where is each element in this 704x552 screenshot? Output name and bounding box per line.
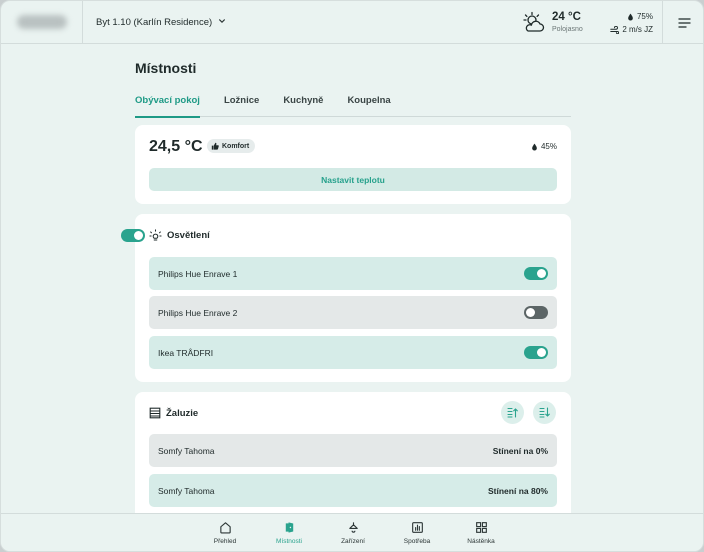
nav-label: Přehled	[213, 538, 237, 545]
tab-kitchen[interactable]: Kuchyně	[283, 95, 323, 117]
room-humidity-value: 45%	[540, 142, 557, 151]
nav-rooms[interactable]: Místnosti	[259, 519, 319, 545]
nav-devices[interactable]: Zařízení	[323, 519, 383, 545]
tab-living-room[interactable]: Obývací pokoj	[135, 95, 200, 118]
nav-label: Spotřeba	[403, 538, 431, 545]
lamp-icon	[323, 519, 383, 535]
property-selector[interactable]: Byt 1.10 (Karlín Residence)	[83, 17, 226, 28]
blinds-down-button[interactable]	[533, 401, 556, 424]
light-toggle[interactable]	[524, 267, 548, 280]
light-row[interactable]: Philips Hue Enrave 2	[149, 296, 557, 329]
blind-row[interactable]: Somfy Tahoma Stínení na 0%	[149, 434, 557, 467]
tab-bedroom[interactable]: Ložnice	[224, 95, 259, 117]
lighting-header: Osvětlení	[149, 229, 210, 242]
toggle-knob	[537, 269, 546, 278]
nav-label: Místnosti	[275, 538, 302, 545]
menu-button[interactable]	[662, 1, 703, 44]
app-window: Byt 1.10 (Karlín Residence) 24 °C Poloja…	[0, 0, 704, 552]
blinds-icon	[149, 407, 161, 419]
room-humidity: 45%	[531, 142, 557, 151]
weather-wind: 2 m/s JZ	[622, 25, 653, 34]
blind-name: Somfy Tahoma	[158, 485, 215, 496]
set-temperature-button[interactable]: Nastavit teplotu	[149, 168, 557, 191]
toggle-knob	[537, 348, 546, 357]
blind-status: Stínení na 80%	[488, 485, 548, 496]
lighting-master-toggle[interactable]	[121, 229, 145, 242]
lighting-card: Osvětlení Philips Hue Enrave 1 Philips H…	[121, 214, 571, 382]
nav-consumption[interactable]: Spotřeba	[387, 519, 447, 545]
droplet-icon	[532, 143, 537, 151]
room-temperature: 24,5 °C	[149, 138, 203, 155]
top-bar: Byt 1.10 (Karlín Residence) 24 °C Poloja…	[1, 1, 703, 44]
home-icon	[195, 519, 255, 535]
light-row[interactable]: Ikea TRÅDFRI	[149, 336, 557, 369]
comfort-badge: Komfort	[207, 139, 256, 153]
chart-icon	[387, 519, 447, 535]
arrow-down-icon	[538, 407, 551, 418]
blind-row[interactable]: Somfy Tahoma Stínení na 80%	[149, 474, 557, 507]
tab-bathroom[interactable]: Koupelna	[347, 95, 390, 117]
chevron-down-icon	[218, 17, 226, 27]
wind-icon	[610, 25, 620, 34]
light-name: Philips Hue Enrave 2	[158, 307, 238, 318]
light-row[interactable]: Philips Hue Enrave 1	[149, 257, 557, 290]
droplet-icon	[627, 13, 634, 21]
nav-overview[interactable]: Přehled	[195, 519, 255, 545]
door-icon	[259, 519, 319, 535]
light-toggle[interactable]	[524, 306, 548, 319]
nav-label: Nástěnka	[467, 538, 495, 545]
grid-icon	[451, 519, 511, 535]
bottom-navigation: Přehled Místnosti Zařízení Spotřeba Nást…	[1, 513, 703, 551]
logo[interactable]	[1, 1, 83, 44]
room-tabs: Obývací pokoj Ložnice Kuchyně Koupelna	[135, 95, 571, 118]
logo-mark	[16, 15, 67, 29]
blinds-card: Žaluzie Somfy Tahoma Stínení na 0% Somfy…	[135, 392, 571, 522]
property-label: Byt 1.10 (Karlín Residence)	[96, 16, 213, 28]
page-title: Místnosti	[135, 60, 197, 76]
toggle-knob	[134, 231, 143, 240]
nav-dashboard[interactable]: Nástěnka	[451, 519, 511, 545]
blind-name: Somfy Tahoma	[158, 445, 215, 456]
menu-icon	[677, 17, 691, 28]
lighting-title: Osvětlení	[167, 230, 210, 241]
climate-card: 24,5 °C Komfort 45% Nastavit teplotu	[135, 125, 571, 204]
blinds-header: Žaluzie	[149, 407, 198, 419]
light-name: Ikea TRÅDFRI	[158, 347, 214, 358]
weather-condition: Polojasno	[552, 25, 583, 33]
weather-humidity: 75%	[636, 12, 653, 21]
comfort-label: Komfort	[222, 142, 250, 150]
partly-cloudy-icon	[521, 10, 547, 36]
toggle-knob	[526, 308, 535, 317]
arrow-up-icon	[506, 407, 519, 418]
light-toggle[interactable]	[524, 346, 548, 359]
blinds-title: Žaluzie	[166, 407, 199, 419]
weather-details: 75% 2 m/s JZ	[610, 10, 653, 36]
blind-status: Stínení na 0%	[492, 445, 548, 456]
blinds-up-button[interactable]	[501, 401, 524, 424]
light-bulb-icon	[149, 229, 162, 242]
nav-label: Zařízení	[341, 538, 365, 545]
weather-temp: 24 °C	[552, 11, 581, 24]
weather-widget[interactable]: 24 °C Polojasno	[521, 1, 583, 44]
thumbs-up-icon	[211, 142, 219, 150]
light-name: Philips Hue Enrave 1	[158, 268, 238, 279]
